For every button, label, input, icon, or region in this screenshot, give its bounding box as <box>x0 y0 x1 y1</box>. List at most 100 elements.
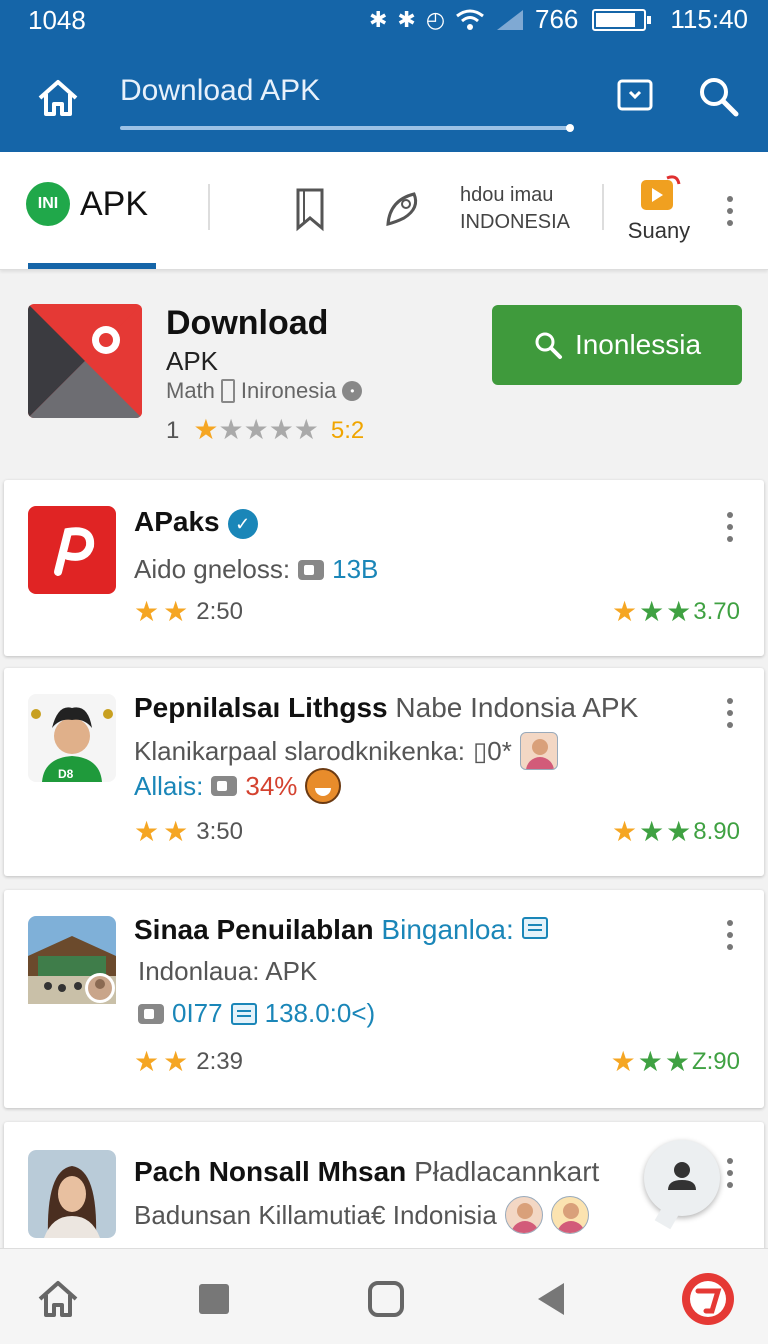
app-line-label: Aido gneloss: <box>134 554 291 584</box>
signal-icon <box>497 9 524 30</box>
app-line: Badunsan Killamutia€ Indonisia <box>134 1196 589 1234</box>
download-icon <box>138 1003 164 1024</box>
app-title-text: APaks <box>134 506 220 537</box>
jersey-text: D8 <box>58 767 74 781</box>
status-left-text: 1048 <box>28 5 86 35</box>
bookmark-icon[interactable] <box>290 186 330 232</box>
star-icon: ★ <box>293 414 319 445</box>
more-icon[interactable] <box>722 196 738 226</box>
app-title-extra: Pładlacannkart <box>414 1156 600 1187</box>
battery-text: 766 <box>535 4 579 34</box>
star-icon: ★ <box>637 1046 663 1077</box>
chat-fab-button[interactable] <box>644 1140 720 1216</box>
app-avatar <box>28 1150 116 1238</box>
emoji-icon <box>305 768 342 804</box>
avatar-icon <box>519 732 558 770</box>
featured-app-icon <box>28 304 142 418</box>
cast-icon[interactable] <box>616 76 654 114</box>
tab-region[interactable]: hdou imau INDONESIA <box>460 182 570 236</box>
bottom-navigation <box>0 1248 768 1344</box>
nav-square-icon[interactable] <box>192 1277 236 1321</box>
wifi-icon <box>456 9 484 30</box>
featured-subtitle: APK <box>166 346 219 376</box>
tab-suany[interactable]: Suany <box>624 172 694 244</box>
featured-app[interactable]: Download APK Math Inironesia • 1 ★★★★★ 5… <box>0 272 768 472</box>
more-icon[interactable] <box>722 1158 738 1188</box>
more-icon[interactable] <box>722 698 738 728</box>
tab-bar: INI APK hdou imau INDONESIA Suany <box>0 152 768 270</box>
app-title-text: Pach Nonsall Mhsan <box>134 1156 407 1187</box>
star-icon: ★ <box>664 1046 690 1077</box>
app-card[interactable]: Sinaa Penuilablan Binganloa: Indonlaua: … <box>4 890 764 1108</box>
star-icon: ★ <box>163 1046 189 1077</box>
tab-region-line1: hdou imau <box>460 184 554 206</box>
app-title: Pach Nonsall Mhsan Pładlacannkart <box>134 1156 599 1188</box>
app-line-value-b: 138.0:0<) <box>264 998 376 1028</box>
nav-recents-icon[interactable] <box>364 1277 408 1321</box>
list-icon <box>230 1002 257 1025</box>
star-icon: ★ <box>639 816 665 847</box>
tab-divider <box>602 184 604 230</box>
app-title-extra: Binganloa: <box>381 914 514 945</box>
app-card[interactable]: APaks ✓ Aido gneloss: 13B ★ ★ 2:50 ★ ★ ★ 3.7… <box>4 480 764 656</box>
download-icon <box>211 776 238 796</box>
featured-meta: Math Inironesia • <box>166 378 363 404</box>
app-line: Aido gneloss: 13B <box>134 554 378 585</box>
phone-icon <box>220 379 235 403</box>
app-line: Allais: 34% <box>134 768 342 804</box>
apk-logo-icon: INI <box>26 182 70 226</box>
tab-divider <box>208 184 210 230</box>
app-line-text: Klanikarpaal slarodknikenka: <box>134 735 465 766</box>
app-line-value-a: 0I77 <box>172 998 223 1028</box>
person-icon <box>668 1162 696 1190</box>
battery-fill <box>596 12 636 27</box>
featured-rating-text: 5:2 <box>330 417 365 444</box>
app-card[interactable]: D8 Pepnilalsaı Lithgss Nabe Indonsia APK… <box>4 668 764 876</box>
nav-brand-icon[interactable] <box>680 1271 736 1327</box>
star-icon: ★ <box>163 816 189 847</box>
avatar-icon <box>550 1196 589 1234</box>
alarm-icon: ◴ <box>425 6 446 32</box>
download-icon <box>298 559 325 580</box>
home-icon[interactable] <box>34 74 82 122</box>
star-icon: ★ <box>134 596 160 627</box>
nav-back-icon[interactable] <box>530 1277 574 1321</box>
app-title-text: Sinaa Penuilablan <box>134 914 374 945</box>
search-icon[interactable] <box>696 74 740 118</box>
search-icon <box>535 332 562 359</box>
app-title: Pepnilalsaı Lithgss Nabe Indonsia APK <box>134 692 638 724</box>
tab-apk[interactable]: INI APK <box>26 182 148 226</box>
bluetooth-icon: ✱ <box>397 6 416 32</box>
more-icon[interactable] <box>722 920 738 950</box>
featured-title: Download <box>166 304 329 342</box>
star-icon: ★ <box>639 596 665 627</box>
avatar-icon <box>504 1196 543 1234</box>
search-input[interactable]: Download APK <box>120 74 320 108</box>
verified-icon: ✓ <box>227 508 258 539</box>
app-title-extra: Nabe Indonsia APK <box>395 692 639 723</box>
tab-suany-label: Suany <box>627 218 691 243</box>
star-icon: ★ <box>193 414 219 445</box>
app-avatar: D8 <box>28 694 116 782</box>
bluetooth-icon: ✱ <box>368 6 388 32</box>
featured-rating-count: 1 <box>166 417 180 444</box>
app-line: 0I77 138.0:0<) <box>138 998 375 1029</box>
install-button[interactable]: Inonlessia <box>492 305 742 385</box>
more-icon[interactable] <box>722 512 738 542</box>
info-icon: • <box>342 381 363 401</box>
rating-right-value: 8.90 <box>693 818 740 845</box>
install-button-label: Inonlessia <box>574 329 702 360</box>
rating-left-value: 2:39 <box>196 1048 243 1075</box>
star-icon: ★ <box>134 1046 160 1077</box>
app-line-value: 34% <box>245 770 298 801</box>
app-line-text: Badunsan Killamutia€ Indonisia <box>134 1199 497 1230</box>
rating-left-value: 2:50 <box>196 598 243 625</box>
rating-right: ★ ★ ★ Z:90 <box>611 1048 740 1076</box>
app-bar: Download APK <box>0 52 768 142</box>
nav-home-icon[interactable] <box>36 1277 80 1321</box>
tab-region-line2: INDONESIA <box>460 211 571 233</box>
app-line-value: 13B <box>332 554 379 584</box>
list-icon <box>521 917 548 939</box>
feather-icon[interactable] <box>380 186 426 232</box>
star-icon: ★ <box>163 596 189 627</box>
